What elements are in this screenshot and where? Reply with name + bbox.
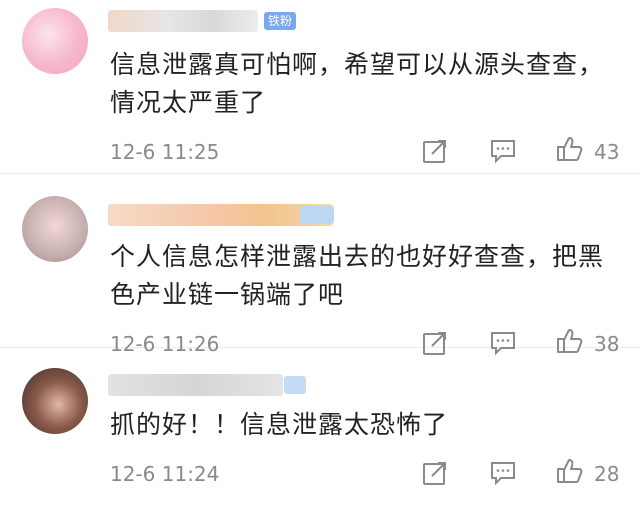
comment-list: 铁粉 信息泄露真可怕啊，希望可以从源头查查，情况太严重了 12-6 11:25 xyxy=(0,0,640,521)
avatar[interactable] xyxy=(22,8,88,74)
avatar[interactable] xyxy=(22,368,88,434)
comment-text: 个人信息怎样泄露出去的也好好查查，把黑色产业链一锅端了吧 xyxy=(110,242,605,309)
like-icon xyxy=(556,457,584,485)
username-badge-blurred xyxy=(284,376,306,394)
like-button[interactable] xyxy=(555,456,585,486)
comment-text: 抓的好！！信息泄露太恐怖了 xyxy=(110,410,449,439)
fan-badge: 铁粉 xyxy=(264,12,297,30)
like-icon xyxy=(556,135,584,163)
share-button[interactable] xyxy=(420,136,450,166)
comment-item: 抓的好！！信息泄露太恐怖了 12-6 11:24 28 xyxy=(0,348,640,521)
reply-button[interactable] xyxy=(488,136,518,166)
comment-timestamp: 12-6 11:24 xyxy=(110,462,220,486)
comment-icon xyxy=(489,138,517,164)
share-icon xyxy=(422,138,448,164)
comment-icon xyxy=(489,460,517,486)
comment-text: 信息泄露真可怕啊，希望可以从源头查查，情况太严重了 xyxy=(110,50,605,117)
username-blurred[interactable] xyxy=(108,10,258,32)
like-count: 43 xyxy=(594,140,620,164)
like-button[interactable] xyxy=(555,134,585,164)
comment-item: 个人信息怎样泄露出去的也好好查查，把黑色产业链一锅端了吧 12-6 11:26 xyxy=(0,174,640,356)
username-blurred[interactable] xyxy=(108,374,283,396)
share-button[interactable] xyxy=(420,458,450,488)
comment-timestamp: 12-6 11:25 xyxy=(110,140,220,164)
comment-item: 铁粉 信息泄露真可怕啊，希望可以从源头查查，情况太严重了 12-6 11:25 xyxy=(0,0,640,174)
like-count: 28 xyxy=(594,462,620,486)
avatar[interactable] xyxy=(22,196,88,262)
username-badge-blurred xyxy=(300,206,334,224)
share-icon xyxy=(422,460,448,486)
reply-button[interactable] xyxy=(488,458,518,488)
